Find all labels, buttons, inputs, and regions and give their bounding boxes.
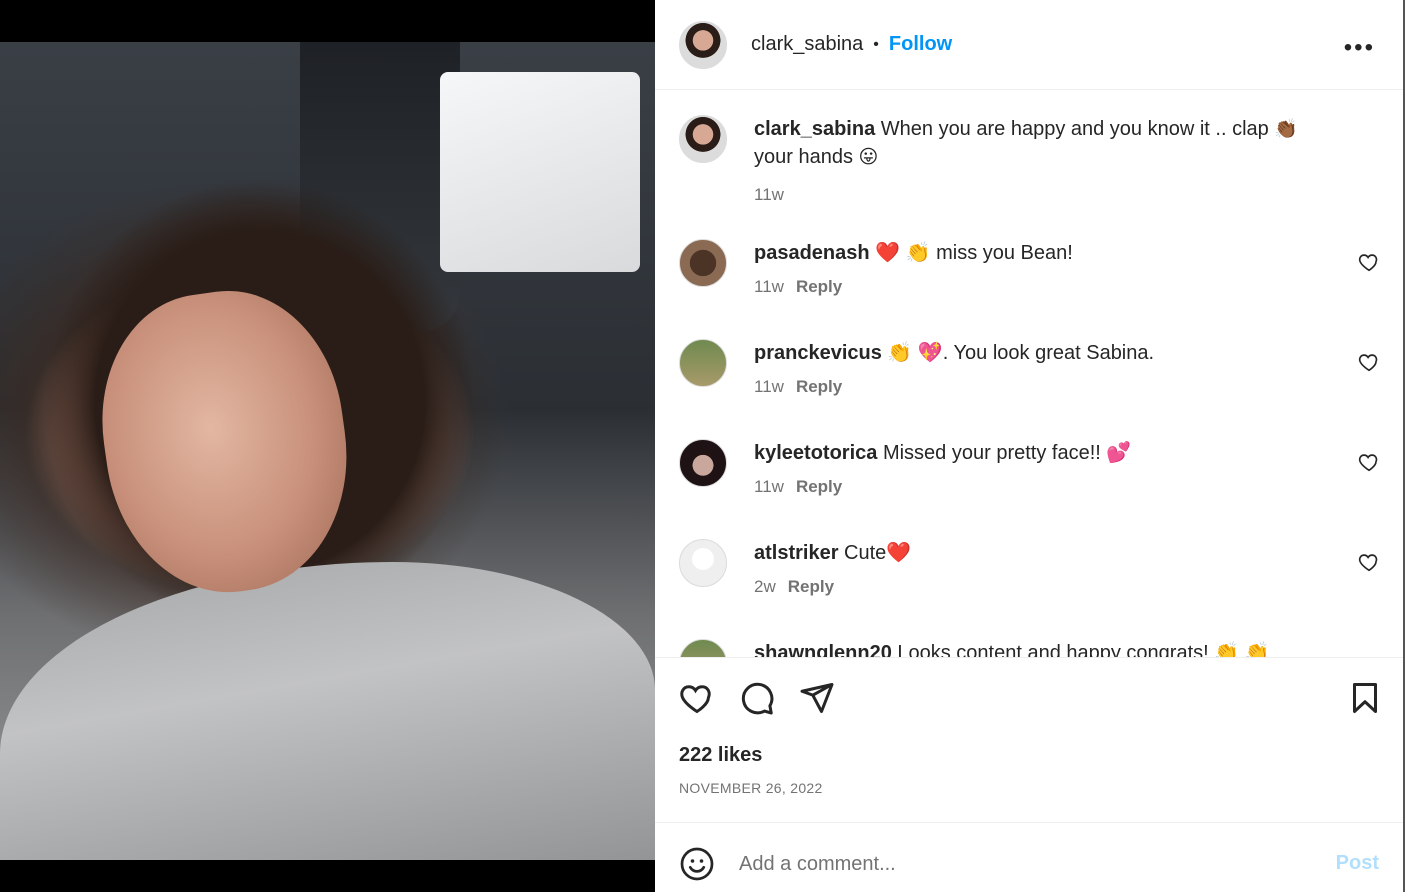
comment-like-icon[interactable] xyxy=(1358,251,1380,273)
follow-button[interactable]: Follow xyxy=(889,33,952,56)
post-detail-panel: clark_sabina • Follow ••• clark_sabina W… xyxy=(655,0,1403,892)
comment-time[interactable]: 2w xyxy=(754,577,776,596)
post-header: clark_sabina • Follow ••• xyxy=(655,0,1403,90)
author-username[interactable]: clark_sabina xyxy=(751,33,863,56)
caption-text-1: When you are happy and you know it .. cl… xyxy=(875,118,1275,140)
caption-meta: 11w xyxy=(754,181,1334,209)
caption-avatar[interactable] xyxy=(679,115,727,163)
comment-body: shawnglenn20 Looks content and happy con… xyxy=(754,639,1334,657)
comment-like-icon[interactable] xyxy=(1358,551,1380,573)
comment-time[interactable]: 11w xyxy=(754,477,784,496)
comment-text: ❤️ 👏 miss you Bean! xyxy=(869,242,1073,264)
comment-text: Cute❤️ xyxy=(838,542,912,564)
comment-text: 👏 💖. You look great Sabina. xyxy=(881,342,1155,364)
comment-like-icon[interactable] xyxy=(1358,351,1380,373)
reply-button[interactable]: Reply xyxy=(796,377,842,396)
comment-text: Missed your pretty face!! 💕 xyxy=(877,442,1132,464)
comment-text: Looks content and happy congrats! 👏 👏 xyxy=(891,642,1270,657)
comment-time[interactable]: 11w xyxy=(754,277,784,296)
comment-body: pranckevicus 👏 💖. You look great Sabina.… xyxy=(754,339,1334,401)
author-avatar[interactable] xyxy=(679,20,727,69)
reply-button[interactable]: Reply xyxy=(796,477,842,496)
comment-meta: 11w Reply xyxy=(754,373,1334,401)
comment-meta: 11w Reply xyxy=(754,273,1334,301)
comment-input[interactable] xyxy=(739,844,1319,884)
comment-body: pasadenash ❤️ 👏 miss you Bean! 11w Reply xyxy=(754,239,1334,301)
comment-username[interactable]: kyleetotorica xyxy=(754,442,877,464)
caption-body: clark_sabina When you are happy and you … xyxy=(754,115,1334,209)
comment-time[interactable]: 11w xyxy=(754,377,784,396)
post-actions: 222 likes NOVEMBER 26, 2022 xyxy=(655,657,1403,823)
commenter-avatar[interactable] xyxy=(679,339,727,387)
comment-like-icon[interactable] xyxy=(1358,451,1380,473)
add-comment-bar: Post xyxy=(655,824,1403,892)
reply-button[interactable]: Reply xyxy=(788,577,834,596)
caption-username[interactable]: clark_sabina xyxy=(754,118,875,140)
comment-icon[interactable] xyxy=(739,680,775,716)
post-image-area xyxy=(0,0,655,892)
comment-username[interactable]: pasadenash xyxy=(754,242,870,264)
post-date[interactable]: NOVEMBER 26, 2022 xyxy=(679,780,823,796)
comment-username[interactable]: shawnglenn20 xyxy=(754,642,892,657)
separator-dot: • xyxy=(873,35,879,53)
commenter-avatar[interactable] xyxy=(679,239,727,287)
clap-emoji: 👏🏾 xyxy=(1274,118,1298,140)
reply-button[interactable]: Reply xyxy=(796,277,842,296)
comment-body: atlstriker Cute❤️ 2w Reply xyxy=(754,539,1334,601)
heart-icon[interactable] xyxy=(679,680,715,716)
likes-count[interactable]: 222 likes xyxy=(679,744,762,767)
smiley-icon[interactable] xyxy=(679,846,715,882)
commenter-avatar[interactable] xyxy=(679,439,727,487)
post-comment-button[interactable]: Post xyxy=(1336,852,1379,875)
comment-meta: 11w Reply xyxy=(754,473,1334,501)
post-photo[interactable] xyxy=(0,42,655,860)
commenter-avatar[interactable] xyxy=(679,539,727,587)
tongue-emoji: 😛 xyxy=(858,146,879,168)
more-options-icon[interactable]: ••• xyxy=(1344,34,1375,62)
comment-username[interactable]: atlstriker xyxy=(754,542,839,564)
bookmark-icon[interactable] xyxy=(1347,680,1383,716)
caption-text-2: your hands xyxy=(754,146,859,168)
comment-username[interactable]: pranckevicus xyxy=(754,342,882,364)
caption-time[interactable]: 11w xyxy=(754,185,784,204)
comments-list[interactable]: clark_sabina When you are happy and you … xyxy=(655,91,1403,657)
paper-plane-icon[interactable] xyxy=(799,680,835,716)
comment-body: kyleetotorica Missed your pretty face!! … xyxy=(754,439,1334,501)
comment-meta: 2w Reply xyxy=(754,573,1334,601)
commenter-avatar[interactable] xyxy=(679,639,727,657)
